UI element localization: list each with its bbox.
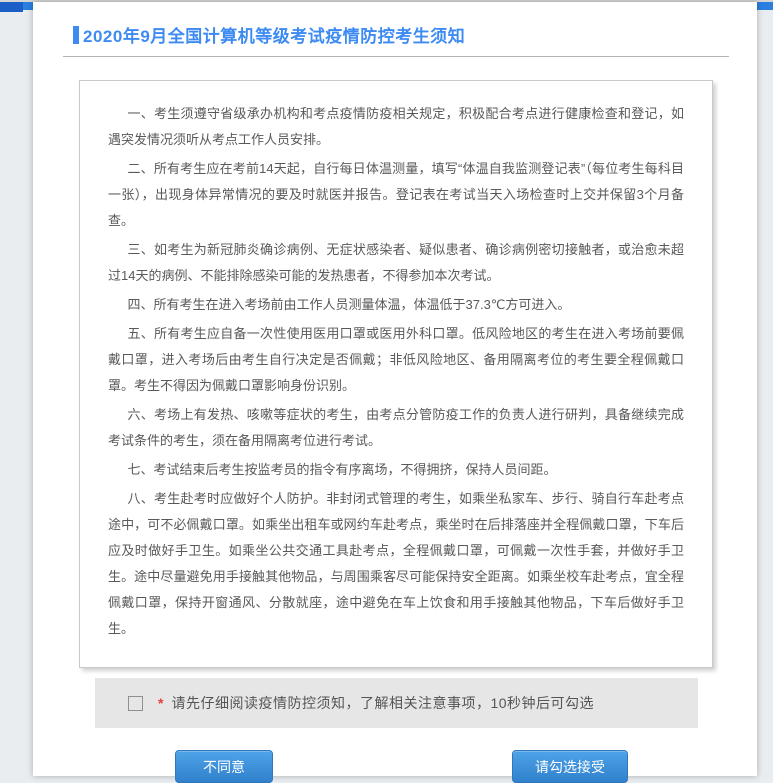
title-divider (63, 56, 729, 57)
accept-button[interactable]: 请勾选接受 (512, 750, 628, 783)
agree-label: 请先仔细阅读疫情防控须知，了解相关注意事项，10秒钟后可勾选 (171, 693, 594, 713)
notice-paragraph: 六、考场上有发热、咳嗽等症状的考生，由考点分管防疫工作的负责人进行研判，具备继续… (108, 402, 684, 454)
title-accent-block-icon (73, 26, 79, 44)
top-accent-bar-dark-segment (0, 2, 23, 12)
notice-paragraph: 七、考试结束后考生按监考员的指令有序离场，不得拥挤，保持人员间距。 (108, 457, 684, 483)
required-asterisk: * (158, 695, 163, 711)
notice-paragraph: 五、所有考生应自备一次性使用医用口罩或医用外科口罩。低风险地区的考生在进入考场前… (108, 321, 684, 399)
notice-paragraph: 三、如考生为新冠肺炎确诊病例、无症状感染者、疑似患者、确诊病例密切接触者，或治愈… (108, 237, 684, 289)
notice-box: 一、考生须遵守省级承办机构和考点疫情防疫相关规定，积极配合考点进行健康检查和登记… (79, 80, 713, 668)
notice-paragraph: 二、所有考生应在考前14天起，自行每日体温测量，填写“体温自我监测登记表”（每位… (108, 156, 684, 234)
agree-bar: * 请先仔细阅读疫情防控须知，了解相关注意事项，10秒钟后可勾选 (95, 678, 698, 728)
page-header: 2020年9月全国计算机等级考试疫情防控考生须知 (33, 2, 757, 47)
notice-paragraph: 八、考生赴考时应做好个人防护。非封闭式管理的考生，如乘坐私家车、步行、骑自行车赴… (108, 486, 684, 642)
agree-checkbox[interactable] (128, 696, 143, 711)
notice-paragraph: 四、所有考生在进入考场前由工作人员测量体温，体温低于37.3℃方可进入。 (108, 292, 684, 318)
notice-paragraph: 一、考生须遵守省级承办机构和考点疫情防疫相关规定，积极配合考点进行健康检查和登记… (108, 101, 684, 153)
page-title: 2020年9月全国计算机等级考试疫情防控考生须知 (83, 22, 465, 47)
disagree-button[interactable]: 不同意 (175, 750, 273, 783)
main-card: 2020年9月全国计算机等级考试疫情防控考生须知 一、考生须遵守省级承办机构和考… (33, 2, 757, 776)
button-row: 不同意 请勾选接受 (33, 750, 757, 783)
